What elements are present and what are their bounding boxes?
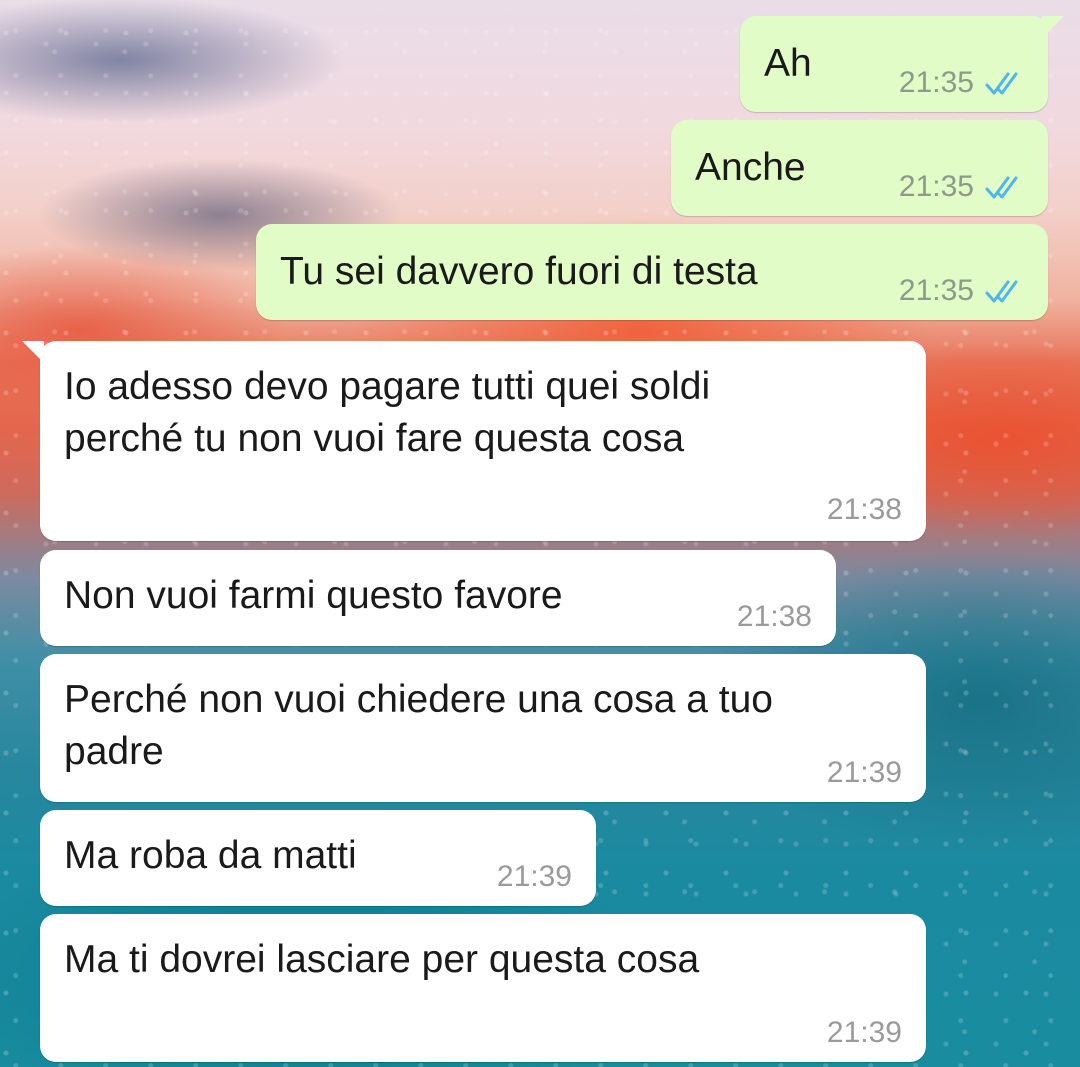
outgoing-message[interactable]: Tu sei davvero fuori di testa 21:35 bbox=[256, 224, 1048, 320]
message-meta: 21:39 bbox=[497, 860, 572, 894]
message-meta: 21:39 bbox=[827, 756, 902, 790]
message-time: 21:39 bbox=[826, 756, 902, 789]
message-meta: 21:38 bbox=[737, 600, 812, 634]
message-text: Ma roba da matti bbox=[64, 834, 357, 877]
message-time: 21:39 bbox=[496, 860, 572, 893]
incoming-message[interactable]: Non vuoi farmi questo favore 21:38 bbox=[40, 550, 836, 646]
incoming-message[interactable]: Perché non vuoi chiedere una cosa a tuo … bbox=[40, 654, 926, 802]
incoming-message[interactable]: Ma ti dovrei lasciare per questa cosa 21… bbox=[40, 914, 926, 1062]
double-check-read-icon bbox=[985, 72, 1018, 95]
bubble-tail bbox=[22, 341, 44, 363]
message-meta: 21:35 bbox=[899, 274, 1024, 308]
message-meta: 21:39 bbox=[827, 1016, 902, 1050]
message-meta: 21:38 bbox=[827, 493, 902, 527]
bubble-tail bbox=[1042, 16, 1064, 38]
message-text: Anche bbox=[695, 146, 806, 189]
message-meta: 21:35 bbox=[899, 170, 1024, 204]
double-check-read-icon bbox=[985, 280, 1018, 303]
double-check-read-icon bbox=[985, 176, 1018, 199]
message-time: 21:38 bbox=[736, 600, 812, 633]
message-time: 21:35 bbox=[898, 66, 974, 99]
message-text: Tu sei davvero fuori di testa bbox=[280, 250, 758, 293]
message-time: 21:39 bbox=[826, 1016, 902, 1049]
message-text: Ma ti dovrei lasciare per questa cosa bbox=[64, 938, 700, 981]
message-text: Perché non vuoi chiedere una cosa a tuo … bbox=[64, 678, 773, 773]
message-time: 21:35 bbox=[898, 274, 974, 307]
outgoing-message[interactable]: Anche 21:35 bbox=[671, 120, 1048, 216]
message-meta: 21:35 bbox=[899, 66, 1024, 100]
outgoing-message[interactable]: Ah 21:35 bbox=[740, 16, 1064, 112]
message-text: Ah bbox=[764, 42, 812, 85]
incoming-message[interactable]: Ma roba da matti 21:39 bbox=[40, 810, 596, 906]
message-time: 21:38 bbox=[826, 493, 902, 526]
message-time: 21:35 bbox=[898, 170, 974, 203]
incoming-message[interactable]: Io adesso devo pagare tutti quei soldi p… bbox=[22, 341, 926, 541]
message-text: Non vuoi farmi questo favore bbox=[64, 574, 563, 617]
message-text: Io adesso devo pagare tutti quei soldi p… bbox=[64, 365, 711, 460]
